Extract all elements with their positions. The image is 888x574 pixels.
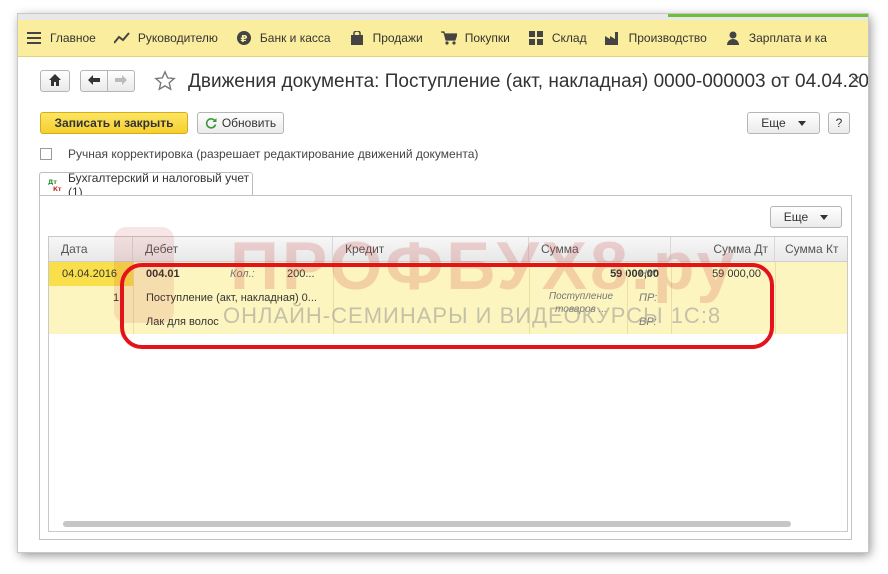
- horizontal-scrollbar[interactable]: [63, 521, 791, 527]
- menu-icon: [26, 30, 42, 46]
- manual-edit-checkbox[interactable]: [40, 148, 52, 160]
- column-sum-kt[interactable]: Сумма Кт: [775, 237, 847, 261]
- sections-panel: Главное Руководителю ₽ Банк и касса Прод…: [18, 20, 868, 57]
- scrollbar-thumb[interactable]: [63, 521, 791, 527]
- more-label: Еще: [783, 210, 809, 224]
- arrow-right-icon: [115, 74, 127, 88]
- svg-text:₽: ₽: [240, 34, 247, 45]
- svg-text:Дт: Дт: [48, 179, 57, 186]
- section-warehouse[interactable]: Склад: [520, 20, 597, 56]
- close-icon[interactable]: ×: [851, 72, 860, 90]
- dropdown-arrow-icon: [820, 214, 829, 220]
- section-label: Зарплата и ка: [748, 31, 827, 45]
- section-salary[interactable]: Зарплата и ка: [717, 20, 837, 56]
- table-more-button[interactable]: Еще: [770, 206, 842, 228]
- more-label: Еще: [761, 116, 786, 130]
- page-title: Движения документа: Поступление (акт, на…: [188, 71, 868, 92]
- bag-icon: [349, 30, 365, 46]
- section-production[interactable]: Производство: [597, 20, 717, 56]
- dropdown-arrow-icon: [797, 120, 806, 126]
- highlight-frame: [120, 263, 774, 349]
- section-bank[interactable]: ₽ Банк и касса: [228, 20, 341, 56]
- refresh-label: Обновить: [221, 116, 277, 130]
- section-purchases[interactable]: Покупки: [433, 20, 520, 56]
- refresh-button[interactable]: Обновить: [197, 112, 284, 134]
- form-header: Движения документа: Поступление (акт, на…: [18, 68, 868, 98]
- manual-edit-label[interactable]: Ручная корректировка (разрешает редактир…: [68, 147, 478, 161]
- tab-accounting[interactable]: Дт Кт Бухгалтерский и налоговый учет (1): [39, 171, 253, 199]
- star-icon[interactable]: [154, 70, 176, 95]
- form-toolbar: Записать и закрыть Обновить Еще ?: [18, 112, 868, 138]
- back-button[interactable]: [80, 70, 108, 92]
- section-label: Склад: [551, 31, 587, 45]
- section-label: Производство: [628, 31, 707, 45]
- section-label: Покупки: [464, 31, 510, 45]
- more-button[interactable]: Еще: [747, 112, 820, 134]
- home-button[interactable]: [40, 70, 70, 92]
- manual-edit-row: Ручная корректировка (разрешает редактир…: [40, 147, 478, 161]
- section-sales[interactable]: Продажи: [341, 20, 433, 56]
- warehouse-icon: [528, 30, 544, 46]
- arrow-left-icon: [88, 74, 100, 88]
- section-label: Руководителю: [137, 31, 218, 45]
- person-icon: [725, 30, 741, 46]
- section-main[interactable]: Главное: [18, 20, 106, 56]
- section-label: Продажи: [372, 31, 423, 45]
- save-close-button[interactable]: Записать и закрыть: [40, 112, 188, 134]
- dt-kt-icon: Дт Кт: [48, 178, 62, 192]
- trend-icon: [113, 30, 130, 46]
- forward-button[interactable]: [107, 70, 135, 92]
- refresh-icon: [205, 117, 217, 129]
- factory-icon: [604, 30, 621, 46]
- app-window: Главное Руководителю ₽ Банк и касса Прод…: [18, 14, 868, 552]
- help-button[interactable]: ?: [828, 112, 850, 134]
- cart-icon: [440, 30, 457, 46]
- home-icon: [49, 73, 61, 89]
- section-label: Банк и касса: [259, 31, 331, 45]
- section-label: Главное: [50, 31, 96, 45]
- ruble-icon: ₽: [236, 30, 252, 46]
- section-manager[interactable]: Руководителю: [106, 20, 228, 56]
- svg-text:Кт: Кт: [53, 186, 62, 192]
- row-date: 04.04.2016: [62, 268, 118, 280]
